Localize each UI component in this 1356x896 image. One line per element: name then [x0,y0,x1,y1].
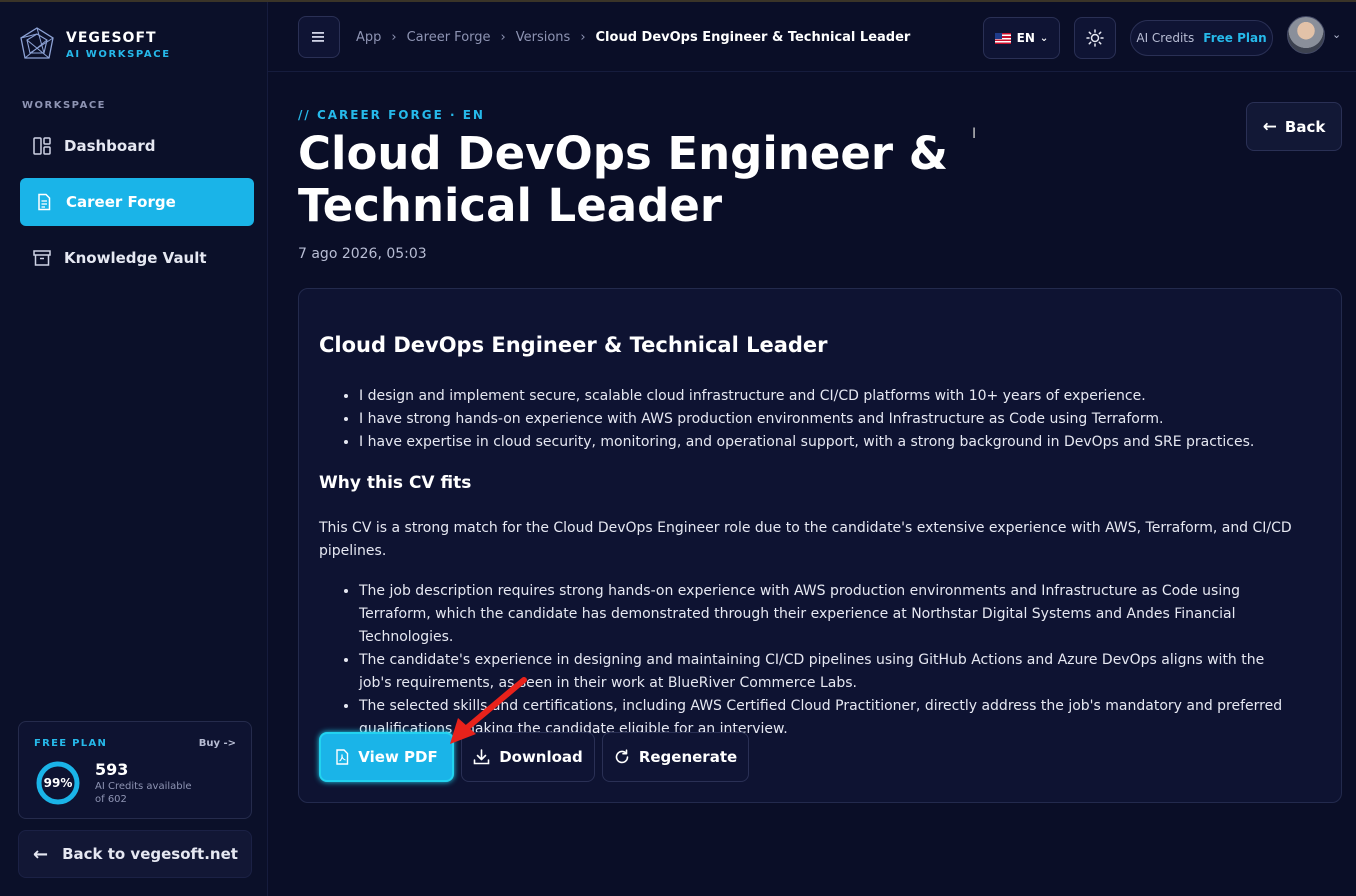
download-icon [473,749,490,765]
us-flag-icon [994,32,1011,44]
buy-credits-link[interactable]: Buy -> [199,738,236,749]
avatar[interactable] [1287,16,1325,54]
chevron-right-icon: › [391,30,397,45]
sidebar-item-label: Dashboard [64,137,156,155]
sun-icon [1086,29,1104,47]
sidebar-item-label: Career Forge [66,193,176,211]
card-heading: Cloud DevOps Engineer & Technical Leader [319,333,828,357]
chevron-right-icon: › [580,30,586,45]
sidebar-item-label: Knowledge Vault [64,249,207,267]
back-to-site-link[interactable]: ← Back to vegesoft.net [18,830,252,878]
archive-icon [32,248,52,268]
regenerate-button[interactable]: Regenerate [602,732,749,782]
text-cursor-icon: I [972,126,977,142]
menu-toggle-button[interactable] [298,16,340,58]
sidebar: VEGESOFT AI WORKSPACE WORKSPACE Dashboar… [0,2,268,896]
chevron-down-icon[interactable]: ⌄ [1332,28,1341,41]
sidebar-item-career-forge[interactable]: Career Forge [20,178,254,226]
view-pdf-label: View PDF [358,748,438,766]
page-title: Cloud DevOps Engineer & Technical Leader [298,127,948,232]
chevron-right-icon: › [500,30,506,45]
arrow-left-icon: ← [33,843,49,865]
breadcrumb-versions[interactable]: Versions [516,30,571,45]
cv-version-card: Cloud DevOps Engineer & Technical Leader… [298,288,1342,803]
breadcrumb: App › Career Forge › Versions › Cloud De… [356,30,910,45]
language-selector[interactable]: EN ⌄ [983,17,1060,59]
document-icon [34,192,54,212]
plan-label: FREE PLAN [34,738,108,749]
ai-credits-label: AI Credits [1136,31,1195,45]
brand-name: VEGESOFT [66,30,157,46]
download-button[interactable]: Download [461,732,595,782]
plan-badge: Free Plan [1203,31,1267,45]
sidebar-item-knowledge-vault[interactable]: Knowledge Vault [20,234,254,282]
language-code: EN [1016,31,1035,45]
theme-toggle-button[interactable] [1074,17,1116,59]
arrow-left-icon: ← [1262,116,1277,137]
breadcrumb-app[interactable]: App [356,30,381,45]
breadcrumb-career-forge[interactable]: Career Forge [407,30,491,45]
back-to-site-label: Back to vegesoft.net [62,845,238,863]
sidebar-item-dashboard[interactable]: Dashboard [20,122,254,170]
why-heading: Why this CV fits [319,473,472,493]
plan-card: FREE PLAN Buy -> 99% 593 AI Credits avai… [18,721,252,819]
credits-available-count: 593 [95,760,129,779]
refresh-icon [614,749,630,765]
credits-caption-line2: of 602 [95,794,127,805]
list-item: I have strong hands-on experience with A… [359,408,1299,431]
view-pdf-button[interactable]: View PDF [319,732,454,782]
hamburger-icon [312,32,324,42]
list-item: I design and implement secure, scalable … [359,385,1299,408]
credits-caption-line1: AI Credits available [95,781,192,792]
page-eyebrow: // CAREER FORGE · EN [298,108,485,122]
list-item: I have expertise in cloud security, moni… [359,431,1299,454]
credits-percent: 99% [43,776,73,790]
why-paragraph: This CV is a strong match for the Cloud … [319,520,1292,559]
dashboard-icon [32,136,52,156]
pdf-file-icon [335,749,349,765]
vegesoft-logo-icon [20,27,54,59]
chevron-down-icon: ⌄ [1039,32,1049,44]
list-item: The candidate's experience in designing … [359,649,1299,695]
breadcrumb-current: Cloud DevOps Engineer & Technical Leader [595,30,911,45]
page-date: 7 ago 2026, 05:03 [298,246,427,262]
brand-subtitle: AI WORKSPACE [66,49,171,60]
summary-list: I design and implement secure, scalable … [359,385,1299,454]
credits-caption: AI Credits available of 602 [95,780,192,806]
why-list: The job description requires strong hand… [359,580,1299,741]
ai-credits-pill[interactable]: AI Credits Free Plan [1130,20,1273,56]
back-button-label: Back [1284,117,1326,136]
workspace-section-label: WORKSPACE [22,100,107,111]
brand-logo[interactable]: VEGESOFT AI WORKSPACE [18,26,171,64]
top-header: App › Career Forge › Versions › Cloud De… [268,2,1356,72]
download-label: Download [499,748,583,766]
list-item: The job description requires strong hand… [359,580,1299,649]
regenerate-label: Regenerate [638,748,738,766]
back-button[interactable]: ← Back [1246,102,1342,151]
